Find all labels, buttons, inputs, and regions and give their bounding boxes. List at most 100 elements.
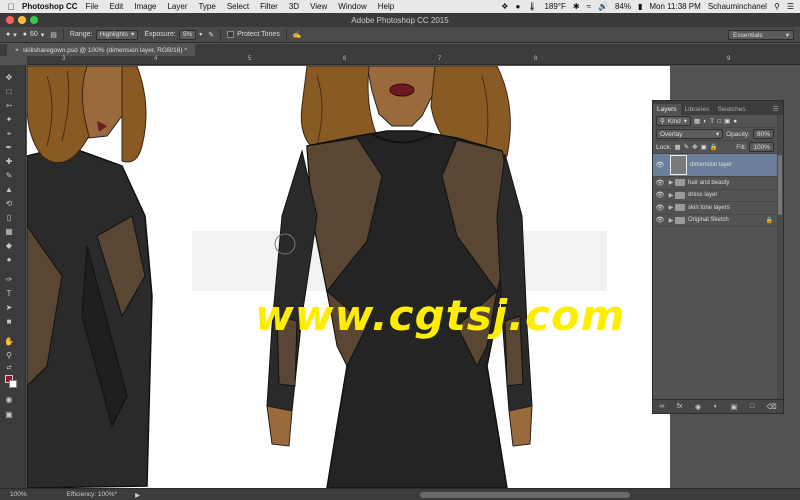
exposure-slider-toggle[interactable]: ▾ xyxy=(199,31,202,38)
layer-mask-icon[interactable]: ◉ xyxy=(695,403,701,411)
notification-center-icon[interactable]: ☰ xyxy=(787,2,794,11)
dropbox-icon[interactable]: ❖ xyxy=(501,2,508,11)
airbrush-toggle[interactable]: ✎ xyxy=(208,31,214,39)
blend-mode-select[interactable]: Overlay ▾ xyxy=(656,129,724,139)
filter-toggle-icon[interactable]: ● xyxy=(733,118,737,125)
brush-panel-toggle[interactable]: ▤ xyxy=(50,31,57,39)
zoom-tool-icon[interactable]: ⚲ xyxy=(4,351,14,361)
lock-pixels-icon[interactable]: ✎ xyxy=(684,143,689,151)
lock-transparent-icon[interactable]: ▦ xyxy=(675,143,681,151)
history-brush-tool-icon[interactable]: ⟲ xyxy=(4,199,14,209)
zoom-window-button[interactable] xyxy=(30,16,38,24)
layer-row-dimension[interactable]: 👁 dimension layer xyxy=(653,154,783,177)
exposure-field[interactable]: 5% xyxy=(178,29,197,40)
workspace-select[interactable]: Essentials ▾ xyxy=(728,30,794,40)
expand-arrow-icon[interactable]: ▶ xyxy=(667,192,675,199)
filter-adjustment-icon[interactable]: ◐ xyxy=(703,118,707,125)
apple-icon[interactable]:  xyxy=(4,2,18,12)
filter-shape-icon[interactable]: □ xyxy=(717,118,721,125)
layers-scrollbar[interactable] xyxy=(777,115,783,401)
quick-mask-icon[interactable]: ◉ xyxy=(4,395,14,405)
crop-tool-icon[interactable]: ⌖ xyxy=(4,129,14,139)
blur-tool-icon[interactable]: ◆ xyxy=(4,241,14,251)
battery-icon[interactable]: ▮ xyxy=(638,2,642,11)
expand-arrow-icon[interactable]: ▶ xyxy=(667,204,675,211)
menu-layer[interactable]: Layer xyxy=(167,2,187,11)
hand-tool-icon[interactable]: ✋ xyxy=(4,337,14,347)
brush-tool-icon[interactable]: ✎ xyxy=(4,171,14,181)
gradient-tool-icon[interactable]: ▦ xyxy=(4,227,14,237)
temperature-readout[interactable]: 189°F xyxy=(544,2,565,11)
menu-edit[interactable]: Edit xyxy=(109,2,123,11)
status-menu-arrow-icon[interactable]: ▶ xyxy=(135,491,140,499)
marquee-tool-icon[interactable]: □ xyxy=(4,87,14,97)
fill-field[interactable]: 100% xyxy=(749,142,774,152)
dodge-tool-icon[interactable]: ● xyxy=(4,255,14,265)
visibility-eye-icon[interactable]: 👁 xyxy=(653,179,667,187)
adjustment-layer-icon[interactable]: ◐ xyxy=(714,403,718,410)
menu-image[interactable]: Image xyxy=(134,2,156,11)
volume-icon[interactable]: 🔊 xyxy=(598,2,608,11)
new-layer-icon[interactable]: □ xyxy=(750,403,754,410)
lock-position-icon[interactable]: ✥ xyxy=(692,143,697,151)
move-tool-icon[interactable]: ✥ xyxy=(4,73,14,83)
wifi-icon[interactable]: ≈ xyxy=(587,2,591,11)
screen-mode-icon[interactable]: ▣ xyxy=(4,410,14,420)
menu-window[interactable]: Window xyxy=(338,2,366,11)
layer-row-hair-beauty[interactable]: 👁 ▶ hair and beauty xyxy=(653,177,783,190)
filter-type-icon[interactable]: T xyxy=(710,118,714,125)
menu-help[interactable]: Help xyxy=(378,2,394,11)
pressure-size-toggle[interactable]: ✍ xyxy=(293,31,302,39)
tab-libraries[interactable]: Libraries xyxy=(681,104,714,115)
layer-kind-filter[interactable]: ⚲ Kind ▾ xyxy=(656,116,692,126)
trash-icon[interactable]: ⌫ xyxy=(767,403,777,411)
filter-smart-object-icon[interactable]: ▣ xyxy=(724,117,730,125)
temperature-icon[interactable]: 🌡 xyxy=(527,2,537,11)
filter-pixel-icon[interactable]: ▦ xyxy=(694,117,700,125)
tab-swatches[interactable]: Swatches xyxy=(713,104,749,115)
close-tab-icon[interactable]: × xyxy=(15,47,19,54)
pen-tool-icon[interactable]: ✑ xyxy=(4,275,14,285)
menu-filter[interactable]: Filter xyxy=(260,2,278,11)
brush-preset-picker[interactable]: ● 60 ▾ xyxy=(23,31,45,39)
menu-view[interactable]: View xyxy=(310,2,327,11)
menu-type[interactable]: Type xyxy=(198,2,215,11)
record-icon[interactable]: ● xyxy=(515,2,520,11)
lock-all-icon[interactable]: 🔒 xyxy=(710,143,718,151)
type-tool-icon[interactable]: T xyxy=(4,289,14,299)
visibility-eye-icon[interactable]: 👁 xyxy=(653,191,667,199)
visibility-eye-icon[interactable]: 👁 xyxy=(653,204,667,212)
battery-percentage[interactable]: 84% xyxy=(615,2,631,11)
user-menu[interactable]: Schauminchanel xyxy=(708,2,767,11)
swap-colors-icon[interactable]: ⇄ xyxy=(4,363,14,373)
new-group-icon[interactable]: ▣ xyxy=(731,403,738,411)
expand-arrow-icon[interactable]: ▶ xyxy=(667,217,675,224)
path-selection-tool-icon[interactable]: ➤ xyxy=(4,303,14,313)
opacity-field[interactable]: 80% xyxy=(752,129,774,139)
menu-select[interactable]: Select xyxy=(227,2,249,11)
layer-style-icon[interactable]: fx xyxy=(677,403,682,410)
clone-stamp-tool-icon[interactable]: ▲ xyxy=(4,185,14,195)
clock[interactable]: Mon 11:38 PM xyxy=(649,2,700,11)
tab-layers[interactable]: Layers xyxy=(653,104,681,115)
app-menu[interactable]: Photoshop CC xyxy=(22,2,78,11)
close-window-button[interactable] xyxy=(6,16,14,24)
eraser-tool-icon[interactable]: ▯ xyxy=(4,213,14,223)
bluetooth-icon[interactable]: ✱ xyxy=(573,2,580,11)
visibility-eye-icon[interactable]: 👁 xyxy=(653,216,667,224)
eyedropper-tool-icon[interactable]: ✒ xyxy=(4,143,14,153)
range-select[interactable]: Highlights ▾ xyxy=(95,29,139,40)
scroll-thumb[interactable] xyxy=(778,155,782,215)
document-tab[interactable]: × skillsharegown.psd @ 100% (dimension l… xyxy=(7,44,195,56)
visibility-eye-icon[interactable]: 👁 xyxy=(653,161,667,169)
link-layers-icon[interactable]: ∞ xyxy=(659,403,664,410)
protect-tones-checkbox[interactable] xyxy=(227,31,235,38)
tool-preset-picker[interactable]: ● ▾ xyxy=(6,31,17,39)
zoom-level[interactable]: 100% xyxy=(10,491,27,498)
quick-select-tool-icon[interactable]: ✦ xyxy=(4,115,14,125)
panel-menu-icon[interactable]: ☰ xyxy=(769,103,783,115)
expand-arrow-icon[interactable]: ▶ xyxy=(667,179,675,186)
horizontal-scrollbar[interactable] xyxy=(420,492,630,498)
layer-row-original-sketch[interactable]: 👁 ▶ Original Sketch 🔒 xyxy=(653,215,783,227)
menu-file[interactable]: File xyxy=(86,2,99,11)
